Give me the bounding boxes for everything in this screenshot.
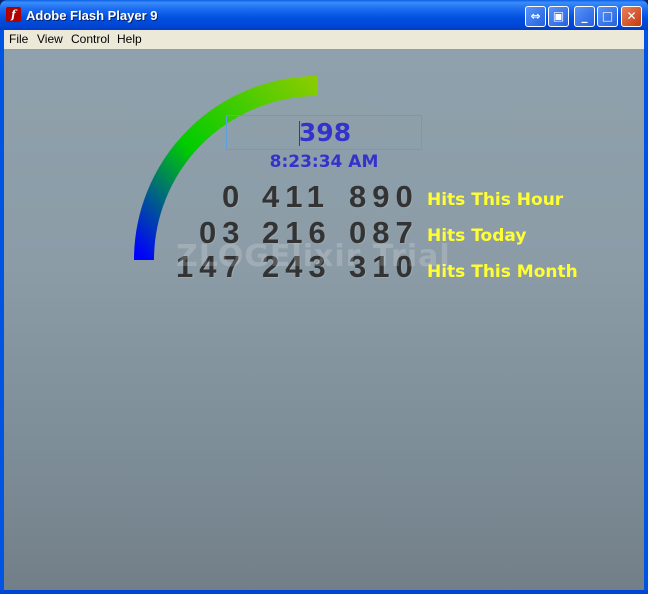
toggle-icon-button[interactable]: ⇔ — [525, 6, 546, 27]
menu-file[interactable]: File — [9, 32, 28, 46]
window-bottom-border — [0, 590, 648, 594]
flash-player-window: f Adobe Flash Player 9 ⇔ ▣ _ □ ✕ File Vi… — [0, 0, 648, 594]
menu-bar: File View Control Help — [4, 30, 644, 49]
current-hits-value: 398 — [298, 118, 352, 147]
hour-count-group-3: 890 — [349, 179, 419, 214]
flash-icon: f — [6, 7, 21, 22]
hits-this-hour-label: Hits This Hour — [427, 190, 564, 210]
minimize-button[interactable]: _ — [574, 6, 595, 27]
title-bar[interactable]: f Adobe Flash Player 9 ⇔ ▣ _ □ ✕ — [0, 0, 648, 30]
menu-help[interactable]: Help — [117, 32, 142, 46]
menu-control[interactable]: Control — [71, 32, 110, 46]
maximize-button[interactable]: □ — [597, 6, 618, 27]
hour-count-group-2: 411 — [262, 179, 331, 214]
close-button[interactable]: ✕ — [621, 6, 642, 27]
menu-view[interactable]: View — [37, 32, 63, 46]
current-hits-field[interactable]: 398 — [226, 115, 422, 150]
trial-watermark: ZLOGElixir Trial — [176, 239, 451, 274]
text-cursor — [299, 121, 300, 146]
flash-stage: 398 8:23:34 AM 0 411 890 Hits This Hour … — [4, 49, 644, 590]
current-time: 8:23:34 AM — [269, 152, 379, 172]
hour-count-group-1: 0 — [222, 179, 246, 214]
restore-icon-button[interactable]: ▣ — [548, 6, 569, 27]
window-title: Adobe Flash Player 9 — [26, 8, 158, 23]
